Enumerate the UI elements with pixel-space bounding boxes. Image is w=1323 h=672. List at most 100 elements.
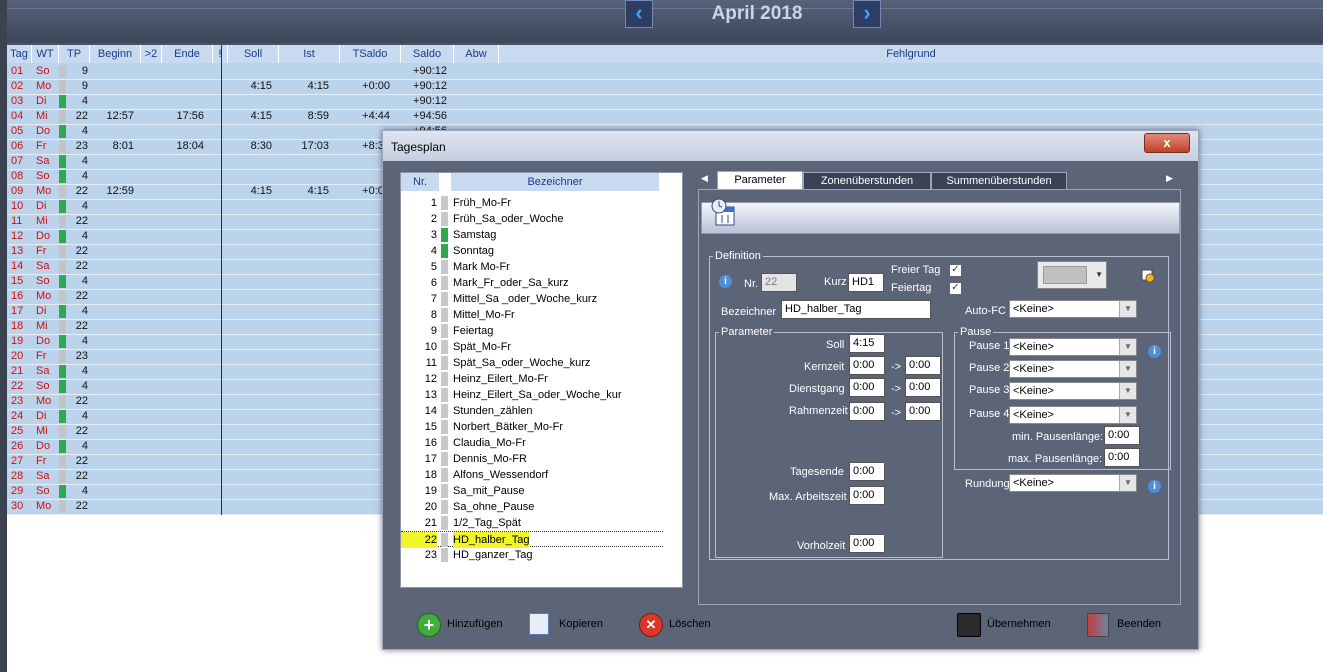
feiertag-checkbox[interactable]: ✓ — [949, 282, 962, 295]
chevron-right-icon[interactable]: › — [853, 0, 881, 28]
list-item[interactable]: 22 HD_halber_Tag — [401, 531, 663, 548]
chevron-down-icon: ▼ — [1119, 361, 1136, 377]
soll-field[interactable]: 4:15 — [849, 334, 885, 353]
pause3-select[interactable]: <Keine> ▼ — [1009, 382, 1137, 400]
column-header[interactable]: Soll — [228, 45, 279, 63]
min-pausenlaenge-field[interactable]: 0:00 — [1104, 426, 1140, 445]
column-header[interactable]: Ende — [162, 45, 213, 63]
list-item[interactable]: 10 Spät_Mo-Fr — [401, 339, 663, 355]
column-header[interactable]: Abw — [454, 45, 499, 63]
list-item[interactable]: 17 Dennis_Mo-FR — [401, 451, 663, 467]
table-row[interactable]: 02 Mo 9 4:15 4:15 +0:00 +90:12 — [7, 79, 1323, 95]
pause4-label: Pause 4 — [969, 408, 1010, 420]
hinzufuegen-button[interactable]: + Hinzufügen — [417, 611, 517, 637]
cell-soll: 4:15 — [250, 80, 272, 92]
list-item[interactable]: 6 Mark_Fr_oder_Sa_kurz — [401, 275, 663, 291]
table-row[interactable]: 01 So 9 +90:12 — [7, 64, 1323, 80]
chevron-left-icon[interactable]: ‹ — [625, 0, 653, 28]
list-item[interactable]: 23 HD_ganzer_Tag — [401, 547, 663, 563]
clock-calendar-icon[interactable] — [710, 197, 738, 227]
list-item[interactable]: 5 Mark Mo-Fr — [401, 259, 663, 275]
list-header-nr[interactable]: Nr. — [401, 173, 440, 191]
kernzeit-to-field[interactable]: 0:00 — [905, 356, 941, 375]
cell-wt: Fr — [36, 245, 47, 257]
beenden-button[interactable]: Beenden — [1087, 611, 1177, 637]
column-header[interactable]: Fehlgrund — [499, 45, 1323, 63]
column-header[interactable]: Beginn — [90, 45, 141, 63]
list-item[interactable]: 13 Heinz_Eilert_Sa_oder_Woche_kur — [401, 387, 663, 403]
cell-wt: Mo — [36, 500, 52, 512]
list-item[interactable]: 15 Norbert_Bätker_Mo-Fr — [401, 419, 663, 435]
column-header[interactable]: Saldo — [401, 45, 454, 63]
list-item[interactable]: 1 Früh_Mo-Fr — [401, 195, 663, 211]
cell-tag: 11 — [11, 215, 23, 227]
list-item[interactable]: 21 1/2_Tag_Spät — [401, 515, 663, 531]
table-row[interactable]: 04 Mi 22 12:57 17:56 4:15 8:59 +4:44 +94:56 — [7, 109, 1323, 125]
kurz-field[interactable]: HD1 — [848, 273, 884, 292]
cell-wt: Fr — [36, 140, 47, 152]
pause2-select[interactable]: <Keine> ▼ — [1009, 360, 1137, 378]
info-icon[interactable]: i — [719, 275, 732, 288]
max-pausenlaenge-field[interactable]: 0:00 — [1104, 448, 1140, 467]
list-header-bezeichner[interactable]: Bezeichner — [451, 173, 660, 191]
info-icon[interactable]: i — [1148, 480, 1161, 493]
list-item[interactable]: 14 Stunden_zählen — [401, 403, 663, 419]
vorholzeit-field[interactable]: 0:00 — [849, 534, 885, 553]
color-picker[interactable]: ▼ — [1037, 261, 1107, 289]
list-item[interactable]: 16 Claudia_Mo-Fr — [401, 435, 663, 451]
column-header[interactable]: Tag — [7, 45, 32, 63]
dienstgang-to-field[interactable]: 0:00 — [905, 378, 941, 397]
cell-soll — [228, 484, 272, 499]
cell-ende — [162, 214, 204, 229]
tab-zonenueberstunden[interactable]: Zonenüberstunden — [803, 172, 931, 190]
list-item[interactable]: 20 Sa_ohne_Pause — [401, 499, 663, 515]
list-item[interactable]: 4 Sonntag — [401, 243, 663, 259]
table-row[interactable]: 03 Di 4 +90:12 — [7, 94, 1323, 110]
column-header[interactable]: Ist — [279, 45, 340, 63]
tab-scroll-right-icon[interactable]: ▶ — [1166, 173, 1173, 184]
tagesende-field[interactable]: 0:00 — [849, 462, 885, 481]
list-item[interactable]: 18 Alfons_Wessendorf — [401, 467, 663, 483]
pause4-select[interactable]: <Keine> ▼ — [1009, 406, 1137, 424]
loeschen-button[interactable]: ✕ Löschen — [639, 611, 729, 637]
list-item-nr: 8 — [430, 309, 437, 321]
cell-ist — [279, 169, 329, 184]
tab-parameter[interactable]: Parameter — [717, 171, 803, 190]
refresh-timer-icon[interactable] — [1141, 269, 1155, 283]
uebernehmen-button[interactable]: Übernehmen — [957, 611, 1057, 637]
max-arbeitszeit-field[interactable]: 0:00 — [849, 486, 885, 505]
pause1-select[interactable]: <Keine> ▼ — [1009, 338, 1137, 356]
close-button[interactable]: x — [1144, 133, 1190, 153]
bezeichner-field[interactable]: HD_halber_Tag — [781, 300, 931, 319]
list-item[interactable]: 9 Feiertag — [401, 323, 663, 339]
column-header[interactable]: TP — [59, 45, 90, 63]
cell-soll — [228, 304, 272, 319]
list-item[interactable]: 2 Früh_Sa_oder_Woche — [401, 211, 663, 227]
column-header[interactable]: >2 — [141, 45, 162, 63]
list-item[interactable]: 11 Spät_Sa_oder_Woche_kurz — [401, 355, 663, 371]
column-header[interactable]: WT — [32, 45, 59, 63]
dienstgang-from-field[interactable]: 0:00 — [849, 378, 885, 397]
freier-tag-checkbox[interactable]: ✓ — [949, 264, 962, 277]
column-header[interactable]: TSaldo — [340, 45, 401, 63]
tab-summenueberstunden[interactable]: Summenüberstunden — [931, 172, 1067, 190]
info-icon[interactable]: i — [1148, 345, 1161, 358]
kopieren-button[interactable]: Kopieren — [529, 611, 619, 637]
cell-tp: 23 — [75, 140, 88, 152]
list-item[interactable]: 12 Heinz_Eilert_Mo-Fr — [401, 371, 663, 387]
rundung-select[interactable]: <Keine> ▼ — [1009, 474, 1137, 492]
autofc-select[interactable]: <Keine> ▼ — [1009, 300, 1137, 318]
tagesplan-color — [59, 410, 66, 423]
dienstgang-label: Dienstgang — [789, 383, 845, 395]
rahmenzeit-from-field[interactable]: 0:00 — [849, 402, 885, 421]
cell-tag: 24 — [11, 410, 24, 422]
tab-scroll-left-icon[interactable]: ◀ — [701, 173, 708, 184]
kernzeit-from-field[interactable]: 0:00 — [849, 356, 885, 375]
cell-soll — [228, 214, 272, 229]
tagesplan-color — [59, 290, 66, 303]
list-item[interactable]: 8 Mittel_Mo-Fr — [401, 307, 663, 323]
list-item[interactable]: 3 Samstag — [401, 227, 663, 243]
list-item[interactable]: 19 Sa_mit_Pause — [401, 483, 663, 499]
list-item[interactable]: 7 Mittel_Sa _oder_Woche_kurz — [401, 291, 663, 307]
rahmenzeit-to-field[interactable]: 0:00 — [905, 402, 941, 421]
